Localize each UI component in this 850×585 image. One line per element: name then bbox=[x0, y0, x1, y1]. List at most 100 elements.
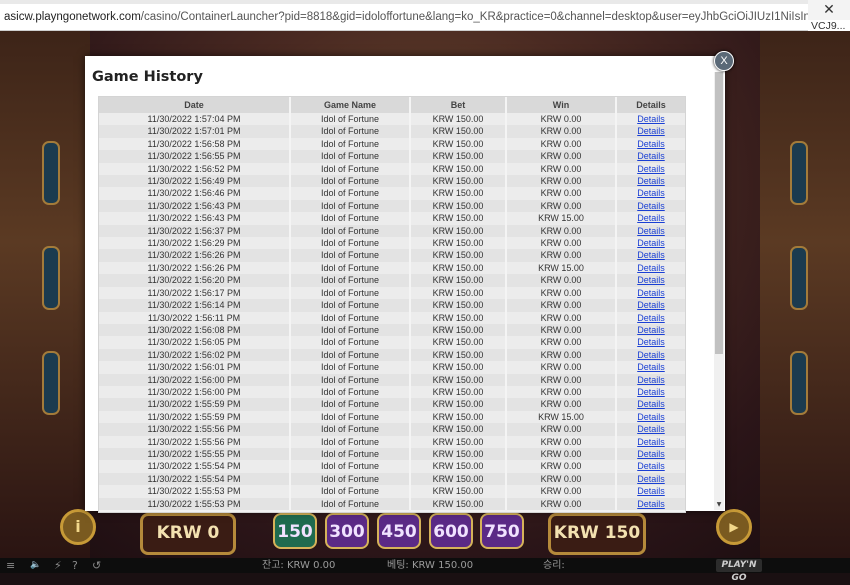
table-row: 11/30/2022 1:55:56 PM Idol of Fortune KRW … bbox=[99, 423, 685, 436]
cell-date: 11/30/2022 1:55:59 PM bbox=[99, 398, 289, 411]
bet-chip-450[interactable]: 450 bbox=[377, 513, 421, 549]
history-icon[interactable]: ↺ bbox=[92, 558, 101, 573]
cell-win: KRW 0.00 bbox=[505, 299, 615, 312]
sound-icon[interactable]: 🔈 bbox=[30, 558, 41, 573]
bet-chip-600[interactable]: 600 bbox=[429, 513, 473, 549]
balance-label: 잔고: KRW 0.00 bbox=[262, 560, 336, 571]
details-link[interactable]: Details bbox=[637, 300, 665, 310]
bet-chip-150[interactable]: 150 bbox=[273, 513, 317, 549]
win-label: 승리: bbox=[543, 560, 565, 571]
cell-game-name: Idol of Fortune bbox=[289, 249, 409, 262]
details-link[interactable]: Details bbox=[637, 362, 665, 372]
details-link[interactable]: Details bbox=[637, 188, 665, 198]
details-link[interactable]: Details bbox=[637, 337, 665, 347]
details-link[interactable]: Details bbox=[637, 238, 665, 248]
cell-date: 11/30/2022 1:55:56 PM bbox=[99, 423, 289, 436]
cell-win: KRW 15.00 bbox=[505, 261, 615, 275]
cell-game-name: Idol of Fortune bbox=[289, 497, 409, 510]
cell-game-name: Idol of Fortune bbox=[289, 224, 409, 238]
details-link[interactable]: Details bbox=[637, 499, 665, 509]
address-bar[interactable]: asicw.playngonetwork.com/casino/Containe… bbox=[0, 4, 808, 31]
info-icon[interactable]: i bbox=[60, 509, 96, 545]
cell-bet: KRW 150.00 bbox=[409, 485, 505, 498]
details-link[interactable]: Details bbox=[637, 449, 665, 459]
turbo-icon[interactable]: ⚡ bbox=[54, 558, 62, 573]
history-table: Date Game Name Bet Win Details 11/30/202… bbox=[99, 97, 685, 510]
details-link[interactable]: Details bbox=[637, 412, 665, 422]
table-row: 11/30/2022 1:56:46 PM Idol of Fortune KRW … bbox=[99, 187, 685, 200]
cell-date: 11/30/2022 1:56:00 PM bbox=[99, 385, 289, 399]
details-link[interactable]: Details bbox=[637, 387, 665, 397]
help-icon[interactable]: ? bbox=[72, 558, 78, 573]
cell-win: KRW 0.00 bbox=[505, 199, 615, 213]
table-row: 11/30/2022 1:56:37 PM Idol of Fortune KRW … bbox=[99, 224, 685, 238]
details-link[interactable]: Details bbox=[637, 201, 665, 211]
cell-bet: KRW 150.00 bbox=[409, 187, 505, 200]
cell-details: Details bbox=[615, 336, 685, 349]
details-link[interactable]: Details bbox=[637, 461, 665, 471]
menu-icon[interactable]: ≡ bbox=[6, 558, 15, 573]
bet-chip-750[interactable]: 750 bbox=[480, 513, 524, 549]
details-link[interactable]: Details bbox=[637, 151, 665, 161]
cell-bet: KRW 150.00 bbox=[409, 224, 505, 238]
details-link[interactable]: Details bbox=[637, 275, 665, 285]
details-link[interactable]: Details bbox=[637, 139, 665, 149]
details-link[interactable]: Details bbox=[637, 114, 665, 124]
details-link[interactable]: Details bbox=[637, 226, 665, 236]
details-link[interactable]: Details bbox=[637, 288, 665, 298]
cell-game-name: Idol of Fortune bbox=[289, 311, 409, 324]
details-link[interactable]: Details bbox=[637, 164, 665, 174]
cell-details: Details bbox=[615, 472, 685, 486]
details-link[interactable]: Details bbox=[637, 213, 665, 223]
cell-game-name: Idol of Fortune bbox=[289, 175, 409, 188]
cell-game-name: Idol of Fortune bbox=[289, 212, 409, 225]
cell-details: Details bbox=[615, 274, 685, 287]
cell-bet: KRW 150.00 bbox=[409, 361, 505, 374]
table-row: 11/30/2022 1:55:59 PM Idol of Fortune KRW … bbox=[99, 398, 685, 411]
cell-game-name: Idol of Fortune bbox=[289, 113, 409, 126]
details-link[interactable]: Details bbox=[637, 437, 665, 447]
modal-scrollbar-thumb[interactable] bbox=[715, 72, 723, 354]
cell-details: Details bbox=[615, 237, 685, 250]
cell-date: 11/30/2022 1:55:54 PM bbox=[99, 460, 289, 473]
cell-bet: KRW 150.00 bbox=[409, 212, 505, 225]
cell-bet: KRW 150.00 bbox=[409, 199, 505, 213]
details-link[interactable]: Details bbox=[637, 263, 665, 273]
cell-bet: KRW 150.00 bbox=[409, 423, 505, 436]
cell-details: Details bbox=[615, 199, 685, 213]
history-table-container[interactable]: Date Game Name Bet Win Details 11/30/202… bbox=[98, 96, 686, 513]
details-link[interactable]: Details bbox=[637, 424, 665, 434]
details-link[interactable]: Details bbox=[637, 250, 665, 260]
table-row: 11/30/2022 1:56:26 PM Idol of Fortune KRW … bbox=[99, 261, 685, 275]
cell-game-name: Idol of Fortune bbox=[289, 348, 409, 362]
cell-bet: KRW 150.00 bbox=[409, 311, 505, 324]
cell-win: KRW 0.00 bbox=[505, 125, 615, 138]
cell-bet: KRW 150.00 bbox=[409, 113, 505, 126]
cell-details: Details bbox=[615, 286, 685, 300]
details-link[interactable]: Details bbox=[637, 176, 665, 186]
cell-details: Details bbox=[615, 311, 685, 324]
modal-close-button[interactable]: X bbox=[714, 51, 734, 71]
details-link[interactable]: Details bbox=[637, 399, 665, 409]
cell-win: KRW 0.00 bbox=[505, 423, 615, 436]
play-icon[interactable]: ▶ bbox=[716, 509, 752, 545]
cell-date: 11/30/2022 1:56:37 PM bbox=[99, 224, 289, 238]
cell-bet: KRW 150.00 bbox=[409, 137, 505, 151]
reel-decoration bbox=[790, 351, 808, 415]
cell-details: Details bbox=[615, 150, 685, 163]
details-link[interactable]: Details bbox=[637, 375, 665, 385]
cell-game-name: Idol of Fortune bbox=[289, 137, 409, 151]
details-link[interactable]: Details bbox=[637, 486, 665, 496]
address-bar-url[interactable]: asicw.playngonetwork.com/casino/Containe… bbox=[4, 11, 808, 23]
details-link[interactable]: Details bbox=[637, 350, 665, 360]
cell-win: KRW 0.00 bbox=[505, 361, 615, 374]
window-close-icon[interactable]: ✕ bbox=[808, 0, 850, 20]
details-link[interactable]: Details bbox=[637, 474, 665, 484]
bet-chip-300[interactable]: 300 bbox=[325, 513, 369, 549]
modal-scrollbar[interactable]: ▼ bbox=[714, 72, 724, 510]
cell-details: Details bbox=[615, 249, 685, 262]
details-link[interactable]: Details bbox=[637, 313, 665, 323]
details-link[interactable]: Details bbox=[637, 126, 665, 136]
scroll-down-icon[interactable]: ▼ bbox=[714, 500, 724, 510]
details-link[interactable]: Details bbox=[637, 325, 665, 335]
